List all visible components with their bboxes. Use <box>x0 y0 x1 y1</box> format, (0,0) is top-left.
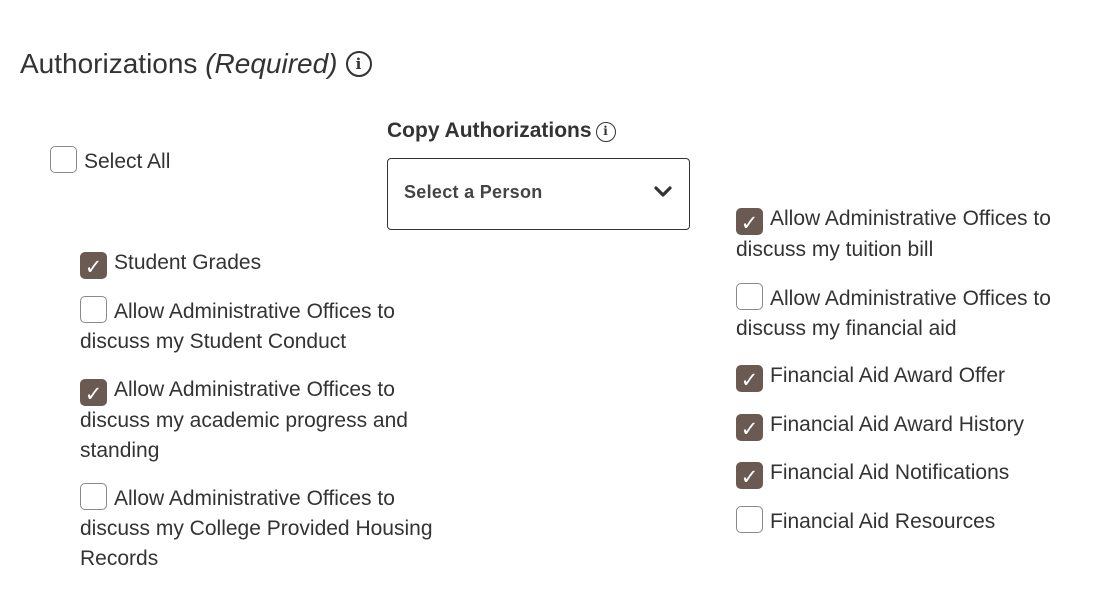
checkmark-icon: ✓ <box>740 417 759 441</box>
option-student-grades[interactable]: ✓ Student Grades <box>80 248 460 279</box>
copy-authorizations-text: Copy Authorizations <box>387 119 592 142</box>
option-label: Allow Administrative Offices to discuss … <box>736 287 1051 340</box>
option-tuition-bill[interactable]: ✓ Allow Administrative Offices to discuss… <box>736 204 1086 265</box>
checkbox[interactable]: ✓ <box>736 506 763 533</box>
option-notifications[interactable]: ✓ Financial Aid Notifications <box>736 458 1086 489</box>
info-icon[interactable]: i <box>345 51 372 77</box>
option-label: Student Grades <box>114 251 262 274</box>
chevron-down-icon <box>654 186 672 197</box>
option-resources[interactable]: ✓ Financial Aid Resources <box>736 506 1086 537</box>
option-financial-aid[interactable]: ✓Allow Administrative Offices to discuss… <box>736 283 1086 344</box>
checkbox[interactable]: ✓ <box>80 296 107 323</box>
checkbox[interactable]: ✓ <box>80 252 107 279</box>
option-label: Allow Administrative Offices to discuss … <box>736 207 1051 261</box>
checkbox[interactable]: ✓ <box>736 365 763 392</box>
info-icon[interactable]: i <box>595 122 616 142</box>
select-all-label: Select All <box>84 150 171 173</box>
option-label: Financial Aid Award History <box>770 413 1025 436</box>
option-label: Allow Administrative Offices to discuss … <box>80 487 433 570</box>
checkbox[interactable]: ✓ <box>736 414 763 441</box>
option-label: Financial Aid Award Offer <box>770 364 1006 387</box>
option-academic-progress[interactable]: ✓ Allow Administrative Offices to discuss… <box>80 375 460 466</box>
option-label: Allow Administrative Offices to discuss … <box>80 300 395 353</box>
page-title: Authorizations (Required) i <box>20 46 372 82</box>
title-text: Authorizations <box>20 48 198 79</box>
option-student-conduct[interactable]: ✓Allow Administrative Offices to discuss… <box>80 296 460 357</box>
copy-authorizations-label: Copy Authorizations i <box>387 119 616 143</box>
checkbox[interactable]: ✓ <box>736 208 763 235</box>
checkbox[interactable]: ✓ <box>50 146 77 173</box>
option-award-history[interactable]: ✓ Financial Aid Award History <box>736 410 1086 441</box>
option-label: Financial Aid Notifications <box>770 461 1010 484</box>
checkbox[interactable]: ✓ <box>80 379 107 406</box>
option-housing-records[interactable]: ✓Allow Administrative Offices to discuss… <box>80 483 460 574</box>
select-all-checkbox[interactable]: ✓ Select All <box>50 146 170 177</box>
checkbox[interactable]: ✓ <box>736 462 763 489</box>
checkmark-icon: ✓ <box>740 368 759 392</box>
required-label: (Required) <box>205 48 338 79</box>
select-person-value: Select a Person <box>404 182 543 202</box>
checkmark-icon: ✓ <box>84 382 103 406</box>
option-label: Allow Administrative Offices to discuss … <box>80 378 408 462</box>
option-award-offer[interactable]: ✓ Financial Aid Award Offer <box>736 361 1086 392</box>
checkbox[interactable]: ✓ <box>736 283 763 310</box>
select-person-dropdown[interactable]: Select a Person <box>387 158 690 230</box>
checkbox[interactable]: ✓ <box>80 483 107 510</box>
checkmark-icon: ✓ <box>84 255 103 279</box>
option-label: Financial Aid Resources <box>770 510 996 533</box>
checkmark-icon: ✓ <box>740 211 759 235</box>
checkmark-icon: ✓ <box>740 465 759 489</box>
